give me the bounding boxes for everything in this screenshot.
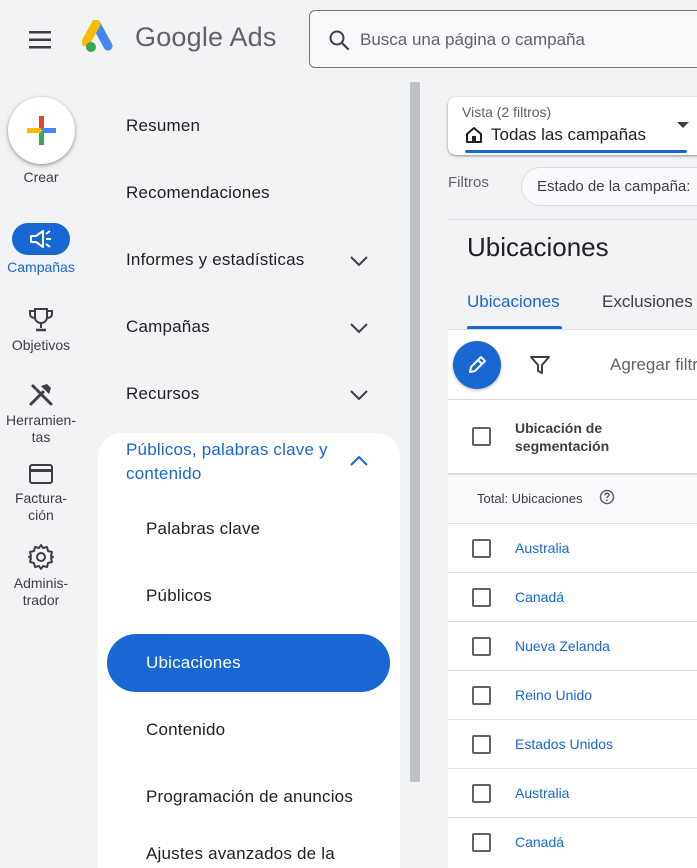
view-filter-count: Vista (2 filtros) (462, 104, 552, 120)
total-label: Total: Ubicaciones (477, 491, 583, 506)
nav-subitem-ad-schedule[interactable]: Programación de anuncios (146, 787, 353, 807)
placement-link[interactable]: Nueva Zelanda (515, 638, 610, 654)
nav-subitem-advanced-settings[interactable]: Ajustes avanzados de la (146, 844, 335, 864)
placement-link[interactable]: Canadá (515, 834, 564, 850)
trophy-icon (29, 308, 53, 332)
search-icon (329, 30, 350, 51)
divider (448, 817, 697, 818)
nav-scrollbar[interactable] (410, 82, 420, 782)
chevron-down-icon[interactable] (349, 255, 369, 267)
rail-label-admin: Adminis- trador (13, 575, 69, 608)
nav-subitem-placements-label: Ubicaciones (146, 653, 241, 672)
nav-item-campaigns[interactable]: Campañas (126, 317, 210, 337)
placement-link[interactable]: Australia (515, 540, 569, 556)
view-selector-underline (465, 150, 687, 153)
placement-link[interactable]: Australia (515, 785, 569, 801)
row-checkbox[interactable] (472, 637, 491, 656)
row-checkbox[interactable] (472, 784, 491, 803)
rail-item-goals[interactable]: Objetivos (0, 307, 82, 354)
search-input[interactable] (360, 25, 690, 55)
rail-label-tools: Herramien- tas (5, 412, 76, 445)
create-button[interactable] (8, 97, 75, 164)
column-header-placement[interactable]: Ubicación de segmentación (515, 419, 665, 455)
row-checkbox[interactable] (472, 735, 491, 754)
row-checkbox[interactable] (472, 686, 491, 705)
main-menu-button[interactable] (24, 26, 56, 54)
row-checkbox[interactable] (472, 588, 491, 607)
edit-button[interactable] (453, 341, 501, 389)
divider (448, 219, 697, 220)
google-ads-logo-icon (82, 20, 113, 52)
gear-icon (28, 544, 54, 570)
rail-item-admin[interactable]: Adminis- trador (0, 543, 82, 609)
nav-item-reports[interactable]: Informes y estadísticas (126, 250, 304, 270)
divider (448, 523, 697, 524)
filters-label: Filtros (448, 174, 489, 191)
tab-placements[interactable]: Ubicaciones (467, 292, 560, 312)
tab-exclusions[interactable]: Exclusiones (602, 292, 693, 312)
credit-card-icon (29, 464, 53, 484)
nav-subitem-keywords[interactable]: Palabras clave (146, 519, 260, 539)
rail-item-billing[interactable]: Factura- ción (0, 462, 82, 524)
divider (448, 399, 697, 400)
tools-icon (29, 384, 53, 406)
page-title: Ubicaciones (467, 232, 609, 262)
row-checkbox[interactable] (472, 539, 491, 558)
filter-icon[interactable] (529, 354, 551, 376)
row-checkbox[interactable] (472, 833, 491, 852)
add-filter-button[interactable]: Agregar filtro (610, 355, 697, 375)
nav-subitem-content[interactable]: Contenido (146, 720, 225, 740)
nav-subitem-audiences[interactable]: Públicos (146, 586, 212, 606)
megaphone-icon (30, 230, 51, 248)
divider (448, 670, 697, 671)
filter-chip-label: Estado de la campaña: (537, 178, 691, 195)
divider (448, 719, 697, 720)
placement-link[interactable]: Estados Unidos (515, 736, 613, 752)
chevron-up-icon[interactable] (349, 455, 369, 467)
rail-active-pill (12, 223, 70, 255)
placement-link[interactable]: Canadá (515, 589, 564, 605)
campaign-status-filter-chip[interactable]: Estado de la campaña: (521, 167, 697, 206)
nav-item-recommendations[interactable]: Recomendaciones (126, 183, 270, 203)
dropdown-arrow-icon (677, 122, 689, 128)
brand-name: Google Ads (135, 22, 277, 52)
nav-section-title[interactable]: Públicos, palabras clave y contenido (126, 438, 346, 486)
nav-item-summary[interactable]: Resumen (126, 116, 200, 136)
nav-item-assets[interactable]: Recursos (126, 384, 199, 404)
help-icon[interactable] (599, 489, 615, 505)
placement-link[interactable]: Reino Unido (515, 687, 592, 703)
plus-icon (27, 116, 56, 145)
select-all-checkbox[interactable] (472, 427, 491, 446)
divider (448, 572, 697, 573)
chevron-down-icon[interactable] (349, 389, 369, 401)
rail-item-tools[interactable]: Herramien- tas (0, 380, 82, 446)
divider (448, 768, 697, 769)
pencil-icon (469, 356, 486, 373)
divider (448, 621, 697, 622)
search-box[interactable] (309, 10, 697, 68)
chevron-down-icon[interactable] (349, 322, 369, 334)
home-icon (466, 127, 482, 143)
hamburger-icon (29, 31, 51, 49)
rail-item-campaigns[interactable]: Campañas (0, 223, 82, 276)
rail-label-billing: Factura- ción (14, 490, 68, 523)
create-label: Crear (23, 169, 59, 185)
rail-label-goals: Objetivos (11, 337, 71, 353)
rail-label-campaigns: Campañas (7, 259, 75, 275)
view-selector-value: Todas las campañas (491, 125, 646, 144)
